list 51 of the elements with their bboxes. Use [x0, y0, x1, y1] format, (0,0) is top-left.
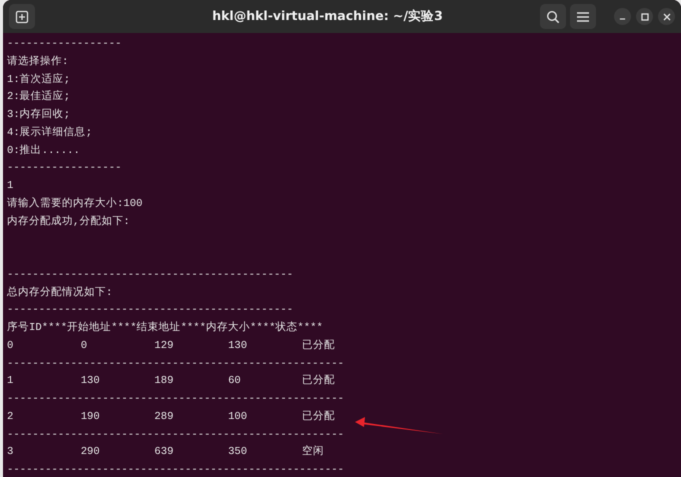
- terminal-line: ------------------: [7, 37, 122, 52]
- table-cell-text: 350: [228, 445, 248, 460]
- table-cell-text: 289: [154, 410, 174, 425]
- table-cell-text: 189: [154, 374, 174, 390]
- terminal-line: 请选择操作:: [7, 54, 68, 70]
- maximize-icon: [640, 12, 648, 20]
- terminal-line: 序号ID****开始地址****结束地址****内存大小****状态****: [7, 320, 323, 336]
- table-cell-text: 2: [7, 410, 14, 425]
- new-tab-icon: [15, 10, 29, 24]
- terminal-line: 内存分配成功,分配如下:: [7, 214, 130, 230]
- terminal-line: 0:推出......: [7, 143, 80, 158]
- table-cell-text: 空闲: [302, 444, 325, 460]
- table-cell-text: 已分配: [302, 338, 336, 354]
- maximize-button[interactable]: [636, 8, 653, 25]
- new-tab-button[interactable]: [9, 4, 35, 29]
- table-cell-text: 3: [7, 445, 14, 460]
- terminal-line: 请输入需要的内存大小:100: [7, 196, 142, 212]
- terminal-line: 4:展示详细信息;: [7, 125, 92, 141]
- terminal-line: 3:内存回收;: [7, 107, 70, 123]
- terminal-line: ---------------------------------------------: [7, 303, 294, 318]
- terminal-line: -----------------------------------------------------: [7, 392, 344, 407]
- terminal-line: 1:首次适应;: [7, 72, 70, 88]
- terminal-line: -----------------------------------------------------: [7, 463, 344, 477]
- table-cell-text: 130: [228, 338, 248, 354]
- close-button[interactable]: [658, 8, 675, 25]
- table-cell-text: 0: [7, 338, 14, 354]
- table-cell-text: 639: [154, 445, 174, 460]
- close-icon: [662, 12, 670, 20]
- terminal-line: -----------------------------------------------------: [7, 428, 344, 442]
- minimize-icon: [619, 18, 626, 20]
- table-cell-text: 60: [228, 374, 242, 390]
- terminal-line: 总内存分配情况如下:: [7, 285, 112, 300]
- table-cell-text: 1: [7, 374, 14, 390]
- terminal-line: 2:最佳适应;: [7, 89, 70, 106]
- menu-icon: [577, 12, 589, 22]
- terminal-line: ------------------: [7, 161, 122, 176]
- table-cell-text: 129: [154, 338, 174, 354]
- table-cell-text: 190: [80, 410, 101, 425]
- table-cell-text: 100: [228, 410, 248, 425]
- table-cell-text: 0: [80, 338, 88, 354]
- terminal-line: 1: [7, 179, 14, 194]
- search-icon: [546, 10, 560, 24]
- window-title: hkl@hkl-virtual-machine: ~/实验3: [211, 8, 444, 25]
- table-cell-text: 290: [80, 445, 101, 460]
- search-button[interactable]: [540, 4, 566, 29]
- terminal-line: -----------------------------------------------------: [7, 356, 344, 372]
- table-cell-text: 已分配: [302, 374, 336, 390]
- menu-button[interactable]: [570, 4, 596, 29]
- terminal-line: ---------------------------------------------: [7, 268, 294, 283]
- table-cell-text: 130: [80, 374, 101, 390]
- table-cell-text: 已分配: [302, 410, 336, 425]
